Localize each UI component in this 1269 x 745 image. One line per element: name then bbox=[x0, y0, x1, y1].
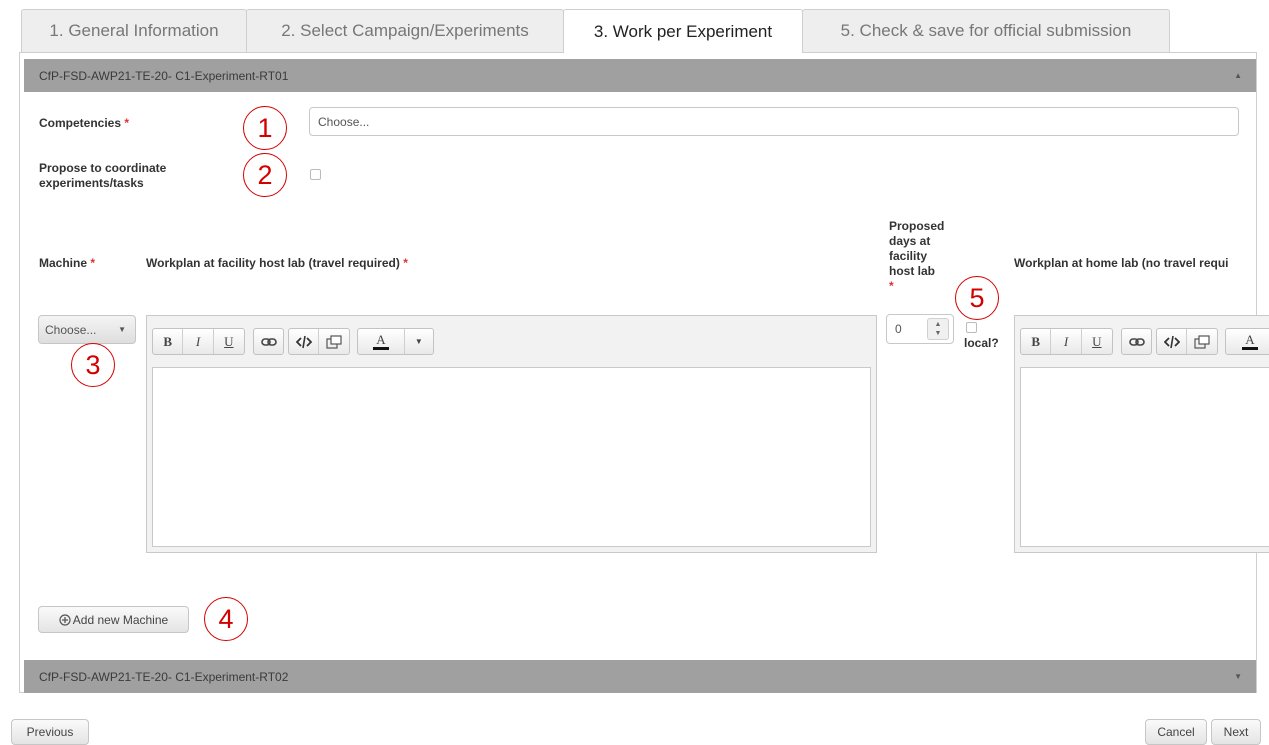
add-machine-button[interactable]: Add new Machine bbox=[38, 606, 189, 633]
workplan-home-textarea[interactable] bbox=[1020, 367, 1269, 547]
local-checkbox[interactable] bbox=[966, 322, 977, 333]
experiment-rt01-header[interactable]: CfP-FSD-AWP21-TE-20- C1-Experiment-RT01 … bbox=[24, 59, 1256, 92]
stepper-arrows-icon[interactable]: ▲ ▼ bbox=[927, 318, 949, 340]
workplan-facility-editor: B I U A ▼ bbox=[146, 315, 877, 553]
popup-icon bbox=[326, 334, 342, 349]
tab-work-per-experiment[interactable]: 3. Work per Experiment bbox=[563, 9, 803, 53]
next-button[interactable]: Next bbox=[1211, 719, 1261, 745]
text-color-icon: A bbox=[376, 332, 386, 347]
bold-button[interactable]: B bbox=[1021, 329, 1052, 354]
tab-label: 2. Select Campaign/Experiments bbox=[281, 21, 529, 40]
underline-button[interactable]: U bbox=[214, 329, 244, 354]
italic-button[interactable]: I bbox=[183, 329, 214, 354]
tab-general-information[interactable]: 1. General Information bbox=[21, 9, 247, 52]
chevron-down-icon: ▼ bbox=[118, 325, 126, 334]
underline-button[interactable]: U bbox=[1082, 329, 1112, 354]
code-popup-group bbox=[1156, 328, 1218, 355]
fullscreen-button[interactable] bbox=[1187, 329, 1217, 354]
coordinate-label: Propose to coordinate experiments/tasks bbox=[39, 161, 167, 190]
link-button[interactable] bbox=[253, 328, 284, 355]
text-color-button[interactable]: A bbox=[1226, 329, 1269, 354]
annotation-5: 5 bbox=[955, 276, 999, 320]
expand-icon: ▼ bbox=[1234, 672, 1242, 681]
code-view-button[interactable] bbox=[1157, 329, 1188, 354]
proposed-days-header: Proposed days at facility host lab * bbox=[889, 219, 945, 293]
local-label: local? bbox=[964, 336, 999, 350]
color-swatch bbox=[1242, 347, 1258, 350]
plus-circle-icon bbox=[59, 613, 71, 626]
tab-label: 5. Check & save for official submission bbox=[840, 21, 1132, 40]
annotation-3: 3 bbox=[71, 343, 115, 387]
workplan-home-editor-clip: B I U A bbox=[1014, 315, 1269, 553]
competencies-input[interactable]: Choose... bbox=[309, 107, 1239, 136]
experiment-title: CfP-FSD-AWP21-TE-20- C1-Experiment-RT01 bbox=[39, 68, 289, 83]
machine-select[interactable]: Choose... ▼ bbox=[38, 315, 136, 344]
text-color-group: A bbox=[1225, 328, 1269, 355]
annotation-2: 2 bbox=[243, 153, 287, 197]
italic-button[interactable]: I bbox=[1051, 329, 1082, 354]
format-button-group: B I U bbox=[152, 328, 245, 355]
editor-toolbar: B I U A ▼ bbox=[147, 316, 876, 365]
text-color-icon: A bbox=[1245, 332, 1255, 347]
experiment-rt02-header[interactable]: CfP-FSD-AWP21-TE-20- C1-Experiment-RT02 … bbox=[24, 660, 1256, 693]
cancel-button[interactable]: Cancel bbox=[1145, 719, 1207, 745]
tab-label: 3. Work per Experiment bbox=[593, 21, 773, 41]
annotation-4: 4 bbox=[204, 597, 248, 641]
code-popup-group bbox=[288, 328, 350, 355]
code-icon bbox=[295, 335, 312, 348]
link-icon bbox=[260, 337, 277, 346]
collapse-icon: ▲ bbox=[1234, 71, 1242, 80]
machine-select-value: Choose... bbox=[45, 322, 97, 337]
add-machine-label: Add new Machine bbox=[72, 612, 169, 627]
text-color-button[interactable]: A bbox=[358, 329, 405, 354]
competencies-label: Competencies * bbox=[39, 116, 130, 130]
fullscreen-button[interactable] bbox=[319, 329, 349, 354]
workplan-facility-textarea[interactable] bbox=[152, 367, 871, 547]
popup-icon bbox=[1194, 334, 1210, 349]
code-icon bbox=[1163, 335, 1180, 348]
code-view-button[interactable] bbox=[289, 329, 320, 354]
competencies-placeholder: Choose... bbox=[318, 114, 370, 129]
color-swatch bbox=[372, 347, 389, 350]
experiment-title: CfP-FSD-AWP21-TE-20- C1-Experiment-RT02 bbox=[39, 669, 289, 684]
proposed-days-stepper[interactable]: 0 ▲ ▼ bbox=[886, 314, 954, 344]
chevron-down-icon[interactable]: ▼ bbox=[405, 329, 433, 354]
previous-button[interactable]: Previous bbox=[11, 719, 89, 745]
workplan-facility-header: Workplan at facility host lab (travel re… bbox=[146, 256, 408, 270]
link-icon bbox=[1128, 337, 1145, 346]
proposed-days-value: 0 bbox=[895, 322, 902, 336]
link-button[interactable] bbox=[1121, 328, 1152, 355]
tab-select-campaign[interactable]: 2. Select Campaign/Experiments bbox=[246, 9, 564, 52]
machine-header: Machine * bbox=[39, 256, 96, 270]
coordinate-checkbox[interactable] bbox=[310, 169, 321, 180]
workplan-home-header: Workplan at home lab (no travel requi bbox=[1014, 256, 1229, 270]
editor-toolbar: B I U A bbox=[1015, 316, 1269, 365]
workplan-home-editor: B I U A bbox=[1014, 315, 1269, 553]
bold-button[interactable]: B bbox=[153, 329, 184, 354]
format-button-group: B I U bbox=[1020, 328, 1113, 355]
text-color-group: A ▼ bbox=[357, 328, 434, 355]
tab-check-save[interactable]: 5. Check & save for official submission bbox=[802, 9, 1170, 52]
annotation-1: 1 bbox=[243, 106, 287, 150]
tab-label: 1. General Information bbox=[49, 21, 219, 40]
